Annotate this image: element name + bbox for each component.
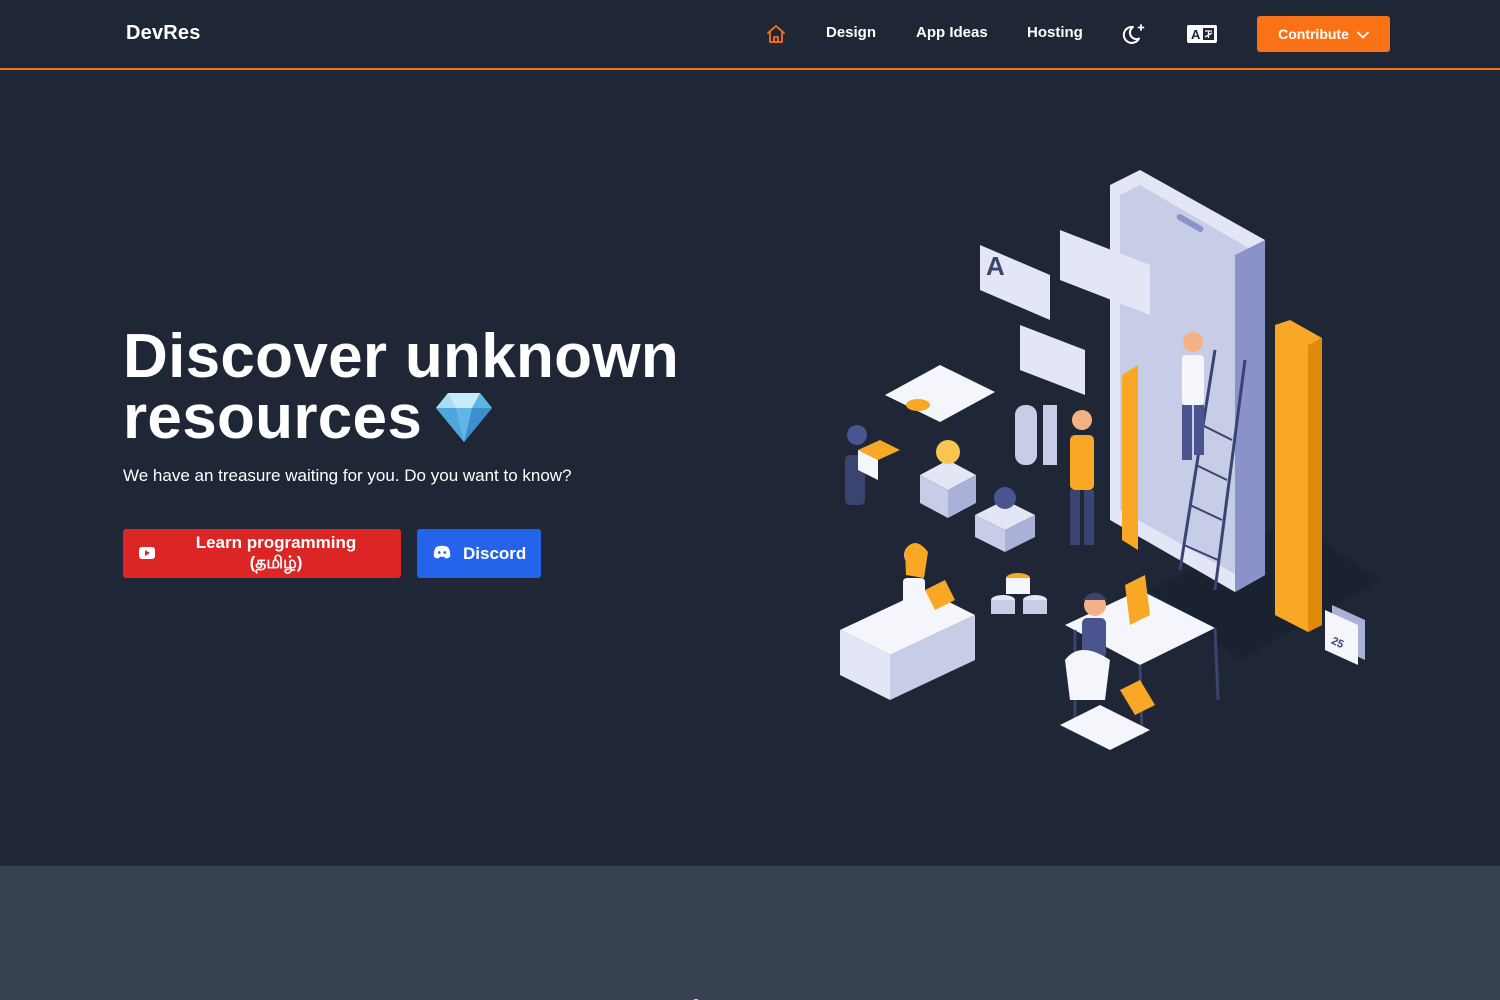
contribute-label: Contribute (1278, 26, 1349, 42)
learn-programming-label: Learn programming (தமிழ்) (195, 532, 357, 572)
svg-text:A: A (1191, 27, 1201, 42)
brand-logo[interactable]: DevRes (126, 22, 201, 45)
nav-link-app-ideas[interactable]: App Ideas (916, 24, 988, 41)
discord-button[interactable]: Discord (417, 529, 541, 578)
theme-toggle-icon[interactable] (1122, 21, 1148, 47)
navbar: DevRes Design App Ideas Hosting A Contri… (0, 0, 1500, 70)
translate-icon[interactable]: A (1187, 25, 1217, 43)
gem-icon (434, 390, 494, 454)
discord-label: Discord (463, 543, 527, 563)
chevron-down-icon (1356, 26, 1369, 42)
learn-programming-button[interactable]: Learn programming (தமிழ்) (123, 529, 401, 578)
section-heading-peek (690, 990, 820, 1000)
contribute-button[interactable]: Contribute (1257, 16, 1390, 52)
discord-icon (433, 544, 451, 564)
home-icon[interactable] (764, 22, 788, 46)
nav-link-hosting[interactable]: Hosting (1027, 24, 1083, 41)
lower-section (0, 866, 1500, 1000)
svg-text:A: A (986, 251, 1005, 281)
nav-link-design[interactable]: Design (826, 24, 876, 41)
hero-illustration: A 25 (820, 160, 1390, 750)
hero-title-line1: Discover unknown (123, 322, 680, 391)
hero-subtitle: We have an treasure waiting for you. Do … (123, 466, 572, 485)
youtube-icon (139, 544, 155, 564)
hero-title: Discover unknown resources (123, 326, 763, 454)
hero-title-line2: resources (123, 383, 423, 452)
